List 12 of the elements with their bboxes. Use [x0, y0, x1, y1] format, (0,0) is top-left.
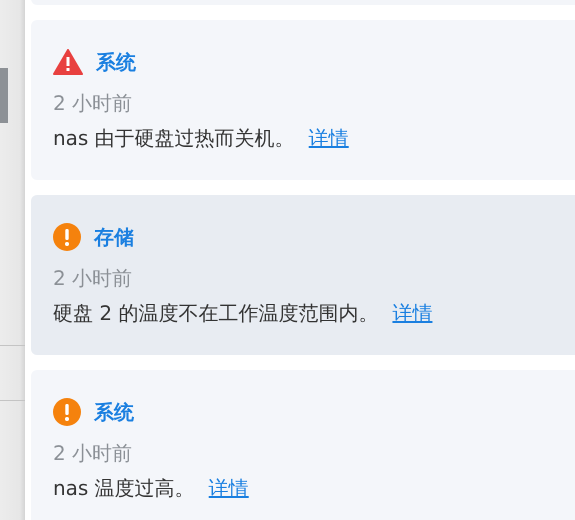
- details-link[interactable]: 详情: [308, 125, 349, 151]
- notification-category: 存储: [94, 224, 134, 250]
- notification-time: 2 小时前: [53, 440, 132, 466]
- notification-category: 系统: [94, 398, 134, 426]
- notification-time: 2 小时前: [53, 265, 132, 291]
- details-link[interactable]: 详情: [208, 475, 249, 501]
- notification-message: 硬盘 2 的温度不在工作温度范围内。: [53, 300, 378, 326]
- notification-message: nas 由于硬盘过热而关机。: [53, 125, 295, 151]
- notification-message: nas 温度过高。: [53, 475, 195, 501]
- notification-category: 系统: [96, 48, 136, 76]
- notification-time: 2 小时前: [53, 90, 132, 116]
- details-link[interactable]: 详情: [392, 300, 432, 326]
